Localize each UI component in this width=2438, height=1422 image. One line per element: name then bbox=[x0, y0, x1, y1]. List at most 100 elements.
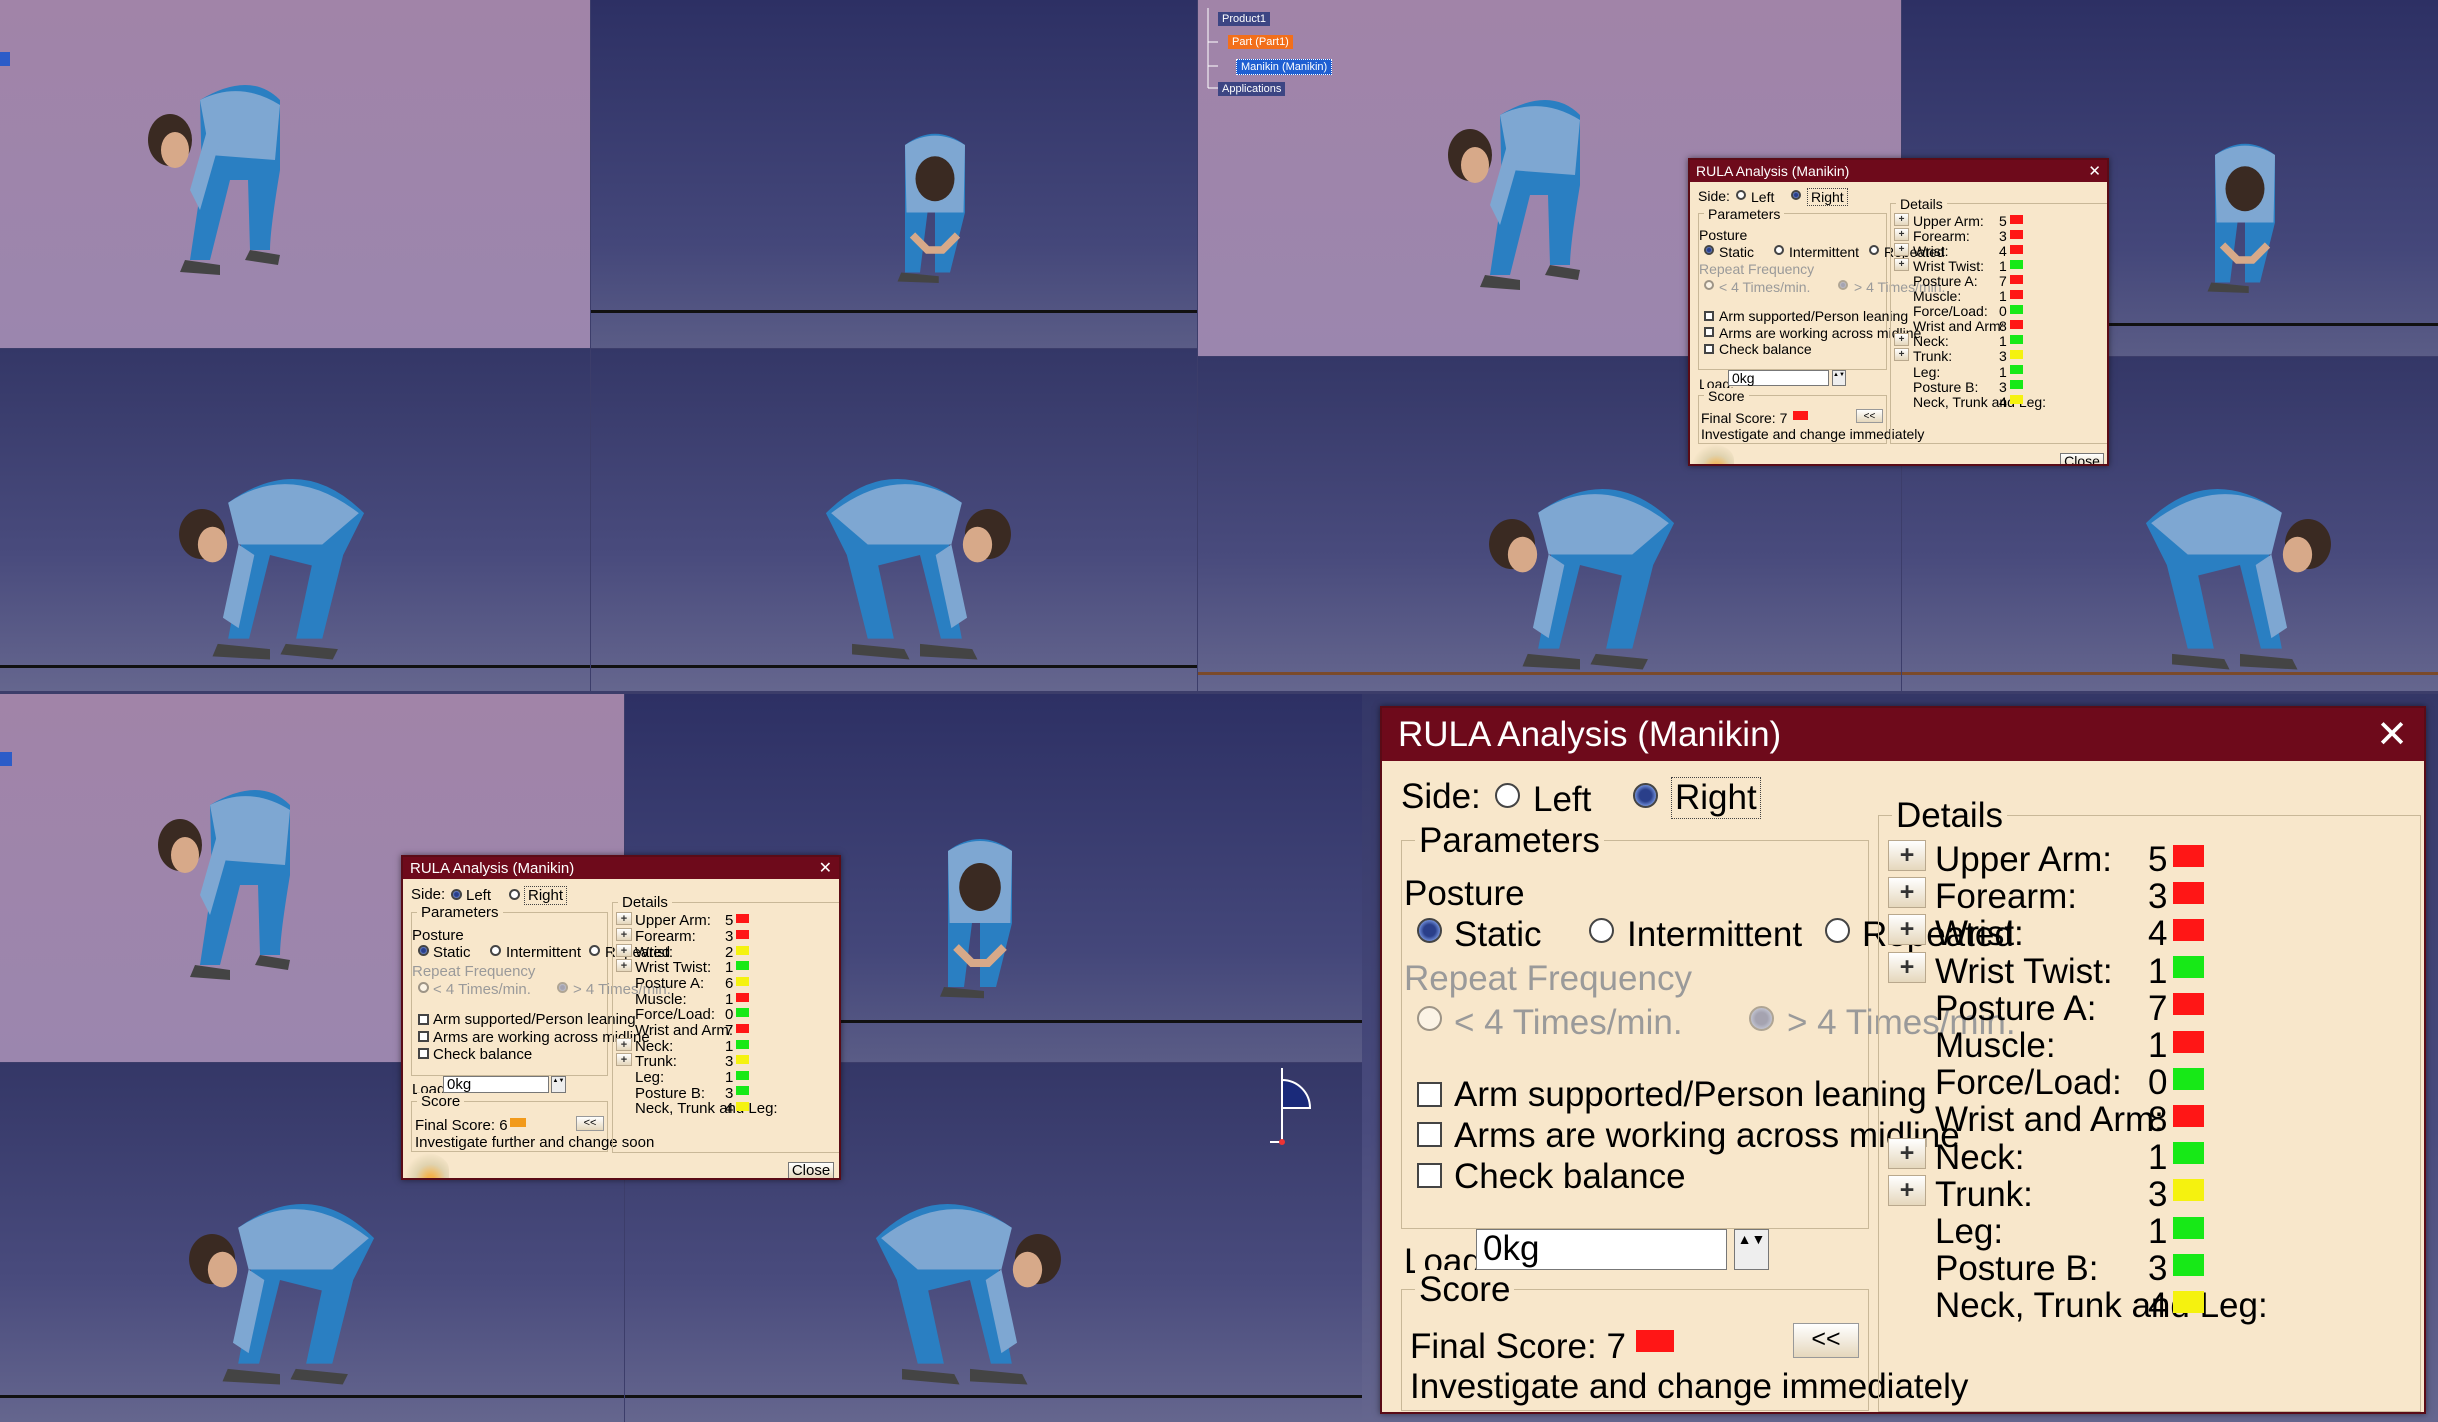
detail-label: Wrist and Arm: bbox=[635, 1022, 734, 1039]
manikin-figure[interactable] bbox=[2120, 450, 2360, 680]
collapse-button[interactable]: << bbox=[1856, 409, 1883, 423]
expand-button[interactable]: + bbox=[1888, 840, 1926, 871]
check-balance-checkbox[interactable] bbox=[1417, 1163, 1442, 1188]
expand-button[interactable]: + bbox=[1894, 228, 1909, 241]
expand-button[interactable]: + bbox=[1888, 952, 1926, 983]
posture-intermittent-radio[interactable] bbox=[490, 945, 501, 956]
expand-button[interactable]: + bbox=[616, 928, 632, 941]
expand-button[interactable]: + bbox=[1894, 258, 1909, 271]
expand-button[interactable]: + bbox=[616, 912, 632, 925]
compass-icon[interactable] bbox=[1262, 1062, 1332, 1150]
side-left-radio[interactable] bbox=[1736, 190, 1746, 200]
manikin-figure[interactable] bbox=[850, 1165, 1090, 1395]
detail-value: 3 bbox=[1999, 379, 2007, 395]
side-left-radio[interactable] bbox=[451, 889, 462, 900]
expand-button[interactable]: + bbox=[1888, 877, 1926, 908]
manikin-figure[interactable] bbox=[860, 95, 1010, 315]
expand-button[interactable]: + bbox=[1894, 333, 1909, 346]
detail-value: 1 bbox=[1999, 333, 2007, 349]
expand-button[interactable]: + bbox=[1894, 213, 1909, 226]
tree-node-part[interactable]: Part (Part1) bbox=[1228, 35, 1293, 49]
tree-node-product[interactable]: Product1 bbox=[1218, 12, 1271, 26]
check-balance-checkbox[interactable] bbox=[1704, 344, 1714, 354]
posture-static-label: Static bbox=[433, 944, 471, 961]
freq-lt-label: < 4 Times/min. bbox=[433, 981, 531, 998]
arm-supported-checkbox[interactable] bbox=[1417, 1082, 1442, 1107]
manikin-figure[interactable] bbox=[1460, 450, 1700, 680]
dialog-close-button[interactable]: Close bbox=[2060, 453, 2104, 464]
expand-button[interactable]: + bbox=[616, 959, 632, 972]
expand-button[interactable]: + bbox=[616, 1038, 632, 1051]
manikin-figure[interactable] bbox=[140, 765, 340, 985]
dialog-title-bar[interactable]: RULA Analysis (Manikin) ✕ bbox=[1382, 708, 2424, 761]
load-spinner[interactable]: ▲▼ bbox=[551, 1076, 566, 1093]
load-input[interactable]: 0kg bbox=[443, 1076, 549, 1093]
expand-button[interactable]: + bbox=[1894, 243, 1909, 256]
detail-color-swatch bbox=[736, 1008, 749, 1017]
close-icon[interactable]: ✕ bbox=[2376, 712, 2408, 757]
side-left-radio[interactable] bbox=[1495, 783, 1520, 808]
detail-color-swatch bbox=[2010, 380, 2023, 389]
manikin-figure[interactable] bbox=[130, 60, 330, 280]
detail-label: Neck, Trunk and Leg: bbox=[1935, 1286, 2268, 1325]
posture-repeated-radio[interactable] bbox=[1825, 918, 1850, 943]
manikin-figure[interactable] bbox=[900, 800, 1060, 1030]
side-right-radio[interactable] bbox=[509, 889, 520, 900]
load-value: 0kg bbox=[1732, 370, 1755, 386]
dialog-title: RULA Analysis (Manikin) bbox=[1398, 714, 1782, 754]
freq-lt-label: < 4 Times/min. bbox=[1719, 279, 1811, 295]
tree-node-manikin[interactable]: Manikin (Manikin) bbox=[1236, 59, 1333, 75]
tree-node-applications[interactable]: Applications bbox=[1218, 82, 1286, 96]
expand-button[interactable]: + bbox=[616, 944, 632, 957]
manikin-figure[interactable] bbox=[150, 440, 390, 670]
posture-static-radio[interactable] bbox=[1417, 918, 1442, 943]
posture-label: Posture bbox=[1404, 874, 1525, 913]
expand-button[interactable]: + bbox=[1888, 914, 1926, 945]
load-spinner[interactable]: ▲▼ bbox=[1832, 370, 1846, 386]
dialog-title-bar[interactable]: RULA Analysis (Manikin) ✕ bbox=[403, 857, 839, 879]
dialog-close-button[interactable]: Close bbox=[788, 1162, 834, 1178]
side-right-radio[interactable] bbox=[1633, 783, 1658, 808]
detail-color-swatch bbox=[2173, 1068, 2204, 1090]
expand-button[interactable]: + bbox=[616, 1053, 632, 1066]
posture-static-radio[interactable] bbox=[1704, 245, 1714, 255]
posture-static-radio[interactable] bbox=[418, 945, 429, 956]
close-icon[interactable]: ✕ bbox=[2088, 162, 2101, 180]
posture-intermittent-radio[interactable] bbox=[1774, 245, 1784, 255]
detail-color-swatch bbox=[2173, 1291, 2204, 1313]
detail-color-swatch bbox=[2010, 350, 2023, 359]
manikin-figure[interactable] bbox=[160, 1165, 400, 1395]
manikin-figure[interactable] bbox=[800, 440, 1040, 670]
expand-button[interactable]: + bbox=[1894, 348, 1909, 361]
detail-value: 3 bbox=[2148, 1249, 2168, 1288]
load-input[interactable]: 0kg bbox=[1476, 1229, 1727, 1270]
posture-label: Posture bbox=[1699, 227, 1748, 243]
check-balance-checkbox[interactable] bbox=[418, 1048, 429, 1059]
arm-supported-checkbox[interactable] bbox=[418, 1014, 429, 1025]
side-right-radio[interactable] bbox=[1791, 190, 1801, 200]
manikin-figure[interactable] bbox=[2170, 105, 2320, 325]
check-balance-label: Check balance bbox=[1454, 1157, 1686, 1196]
detail-color-swatch bbox=[736, 961, 749, 970]
arms-midline-checkbox[interactable] bbox=[1704, 327, 1714, 337]
dialog-title-bar[interactable]: RULA Analysis (Manikin) ✕ bbox=[1690, 160, 2107, 182]
detail-color-swatch bbox=[2010, 290, 2023, 299]
detail-label: Posture B: bbox=[1935, 1249, 2099, 1288]
posture-repeated-radio[interactable] bbox=[1869, 245, 1879, 255]
load-input[interactable]: 0kg bbox=[1728, 370, 1829, 386]
manikin-figure[interactable] bbox=[1430, 75, 1630, 295]
arm-supported-checkbox[interactable] bbox=[1704, 311, 1714, 321]
posture-intermittent-radio[interactable] bbox=[1589, 918, 1614, 943]
expand-button[interactable]: + bbox=[1888, 1175, 1926, 1206]
posture-repeated-radio[interactable] bbox=[589, 945, 600, 956]
close-icon[interactable]: ✕ bbox=[819, 858, 832, 878]
expand-button[interactable]: + bbox=[1888, 1138, 1926, 1169]
load-spinner[interactable]: ▲▼ bbox=[1734, 1229, 1769, 1270]
arms-midline-checkbox[interactable] bbox=[1417, 1122, 1442, 1147]
detail-value: 4 bbox=[1999, 394, 2007, 410]
collapse-button[interactable]: << bbox=[576, 1116, 604, 1131]
collapse-button[interactable]: << bbox=[1793, 1323, 1859, 1358]
detail-label: Upper Arm: bbox=[635, 912, 711, 929]
arms-midline-checkbox[interactable] bbox=[418, 1031, 429, 1042]
final-score-swatch bbox=[1793, 411, 1808, 420]
